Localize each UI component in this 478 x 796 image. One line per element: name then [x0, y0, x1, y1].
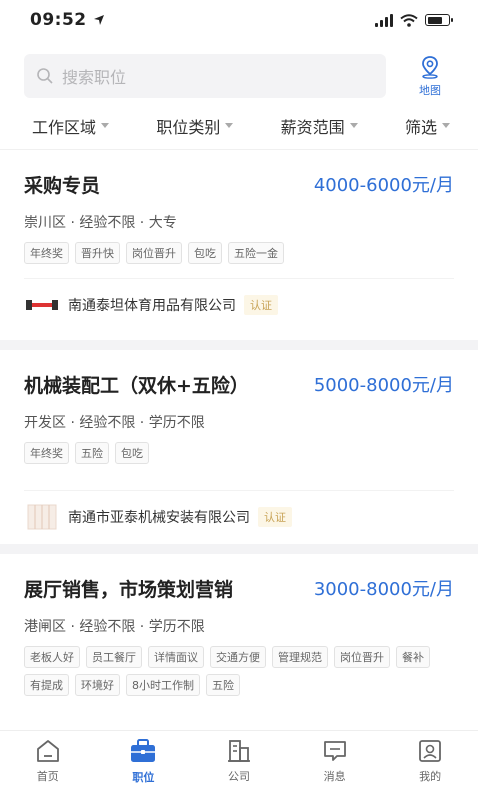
wifi-icon [400, 13, 418, 27]
company-logo-icon [24, 504, 60, 530]
job-meta: 开发区 · 经验不限 · 学历不限 [24, 415, 205, 431]
map-button[interactable]: 地图 [404, 55, 456, 98]
verified-badge: 认证 [244, 294, 278, 315]
caret-down-icon [442, 123, 450, 128]
signal-icon [375, 13, 393, 27]
company-row[interactable]: 南通泰坦体育用品有限公司 认证 [24, 278, 454, 330]
job-tag: 交通方便 [210, 646, 266, 668]
job-tag: 包吃 [115, 442, 149, 464]
filter-salary-range[interactable]: 薪资范围 [281, 114, 358, 138]
job-tag: 五险 [206, 674, 240, 696]
home-icon [36, 740, 59, 762]
filter-work-area[interactable]: 工作区域 [32, 114, 110, 138]
battery-icon [425, 14, 453, 26]
job-salary: 4000-6000元/月 [313, 175, 454, 196]
filter-bar: 工作区域 职位类别 薪资范围 筛选 [0, 102, 478, 150]
job-tag: 年终奖 [24, 242, 69, 264]
location-arrow-icon [93, 15, 104, 25]
tab-messages[interactable]: 消息 [300, 739, 370, 784]
job-tag: 老板人好 [24, 646, 80, 668]
job-tag: 包吃 [188, 242, 222, 264]
search-icon [37, 68, 53, 84]
job-card[interactable]: 展厅销售，市场策划营销 3000-8000元/月 港闸区 · 经验不限 · 学历… [0, 554, 478, 734]
verified-badge: 认证 [258, 506, 292, 527]
tab-label: 职位 [132, 771, 155, 784]
filter-job-category[interactable]: 职位类别 [156, 114, 234, 138]
filter-more[interactable]: 筛选 [405, 114, 450, 138]
job-tag: 管理规范 [272, 646, 328, 668]
search-input[interactable]: 搜索职位 [24, 54, 386, 98]
status-bar: 09:52 [0, 0, 478, 40]
job-header: 展厅销售，市场策划营销 3000-8000元/月 [24, 568, 454, 608]
map-label: 地图 [419, 83, 441, 97]
company-name: 南通泰坦体育用品有限公司 [68, 297, 236, 314]
job-salary: 3000-8000元/月 [313, 579, 454, 600]
tab-label: 消息 [323, 770, 346, 783]
briefcase-icon [131, 739, 156, 762]
job-header: 采购专员 4000-6000元/月 [24, 164, 454, 204]
tab-home[interactable]: 首页 [13, 739, 83, 784]
job-tag: 岗位晋升 [126, 242, 182, 264]
job-tags: 年终奖 五险 包吃 [24, 442, 454, 464]
tab-label: 公司 [227, 770, 250, 783]
job-title: 采购专员 [24, 174, 101, 197]
job-tag: 员工餐厅 [86, 646, 142, 668]
search-placeholder: 搜索职位 [62, 68, 127, 87]
card-separator [0, 340, 478, 350]
job-tags: 老板人好 员工餐厅 详情面议 交通方便 管理规范 岗位晋升 餐补 有提成 环境好… [24, 646, 454, 696]
job-tag: 五险一金 [228, 242, 284, 264]
card-separator [0, 544, 478, 554]
company-row[interactable]: 南通市亚泰机械安装有限公司 认证 [24, 490, 454, 542]
caret-down-icon [349, 123, 358, 128]
search-row: 搜索职位 地图 [0, 40, 478, 102]
job-meta: 港闸区 · 经验不限 · 学历不限 [24, 619, 205, 635]
job-tag: 五险 [75, 442, 109, 464]
tab-jobs[interactable]: 职位 [108, 738, 178, 785]
job-header: 机械装配工（双休+五险） 5000-8000元/月 [24, 364, 454, 404]
tab-label: 首页 [36, 770, 59, 783]
company-name: 南通市亚泰机械安装有限公司 [68, 509, 250, 526]
building-icon [227, 740, 250, 762]
filter-label: 工作区域 [32, 117, 97, 137]
job-tag: 环境好 [75, 674, 120, 696]
job-tags: 年终奖 晋升快 岗位晋升 包吃 五险一金 [24, 242, 454, 264]
filter-label: 筛选 [404, 117, 437, 137]
message-icon [323, 741, 346, 761]
job-salary: 5000-8000元/月 [313, 375, 454, 396]
job-title: 机械装配工（双休+五险） [24, 374, 249, 397]
job-card[interactable]: 机械装配工（双休+五险） 5000-8000元/月 开发区 · 经验不限 · 学… [0, 350, 478, 544]
job-tag: 晋升快 [75, 242, 120, 264]
bottom-tab-bar: 首页 职位 公司 消息 我的 [0, 730, 478, 796]
job-card[interactable]: 采购专员 4000-6000元/月 崇川区 · 经验不限 · 大专 年终奖 晋升… [0, 150, 478, 340]
job-tag: 岗位晋升 [334, 646, 390, 668]
filter-label: 薪资范围 [280, 117, 345, 137]
status-time-text: 09:52 [30, 10, 87, 30]
job-tag: 餐补 [396, 646, 430, 668]
job-meta: 崇川区 · 经验不限 · 大专 [24, 215, 177, 231]
status-icons [375, 13, 453, 27]
tab-company[interactable]: 公司 [204, 739, 274, 784]
company-logo-icon [24, 292, 60, 318]
tab-profile[interactable]: 我的 [395, 739, 465, 784]
caret-down-icon [101, 123, 110, 128]
tab-label: 我的 [419, 770, 442, 783]
job-title: 展厅销售，市场策划营销 [24, 578, 234, 601]
caret-down-icon [225, 123, 234, 128]
job-tag: 详情面议 [148, 646, 204, 668]
job-tag: 年终奖 [24, 442, 69, 464]
profile-icon [419, 740, 442, 762]
job-tag: 有提成 [24, 674, 69, 696]
map-pin-icon [422, 55, 438, 79]
job-tag: 8小时工作制 [126, 674, 200, 696]
filter-label: 职位类别 [156, 117, 221, 137]
status-time: 09:52 [30, 10, 105, 30]
